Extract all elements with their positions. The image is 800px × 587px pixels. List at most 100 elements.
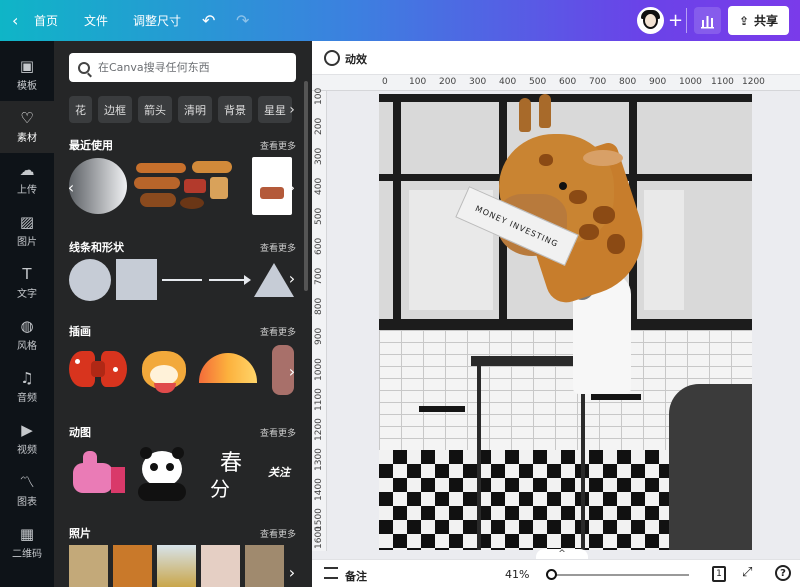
see-more-animations[interactable]: 查看更多 <box>260 426 296 439</box>
rail-item-text[interactable]: T 文字 <box>0 257 54 309</box>
rail-item-uploads[interactable]: ☁ 上传 <box>0 153 54 205</box>
chip-flowers[interactable]: 花 <box>69 96 92 123</box>
rail-item-charts[interactable]: 〽 图表 <box>0 465 54 517</box>
shapes-next-icon[interactable]: › <box>283 263 301 293</box>
shape-line[interactable] <box>162 279 202 281</box>
photo-giraffe-spot <box>539 154 553 166</box>
rail-label: 素材 <box>17 133 37 144</box>
rail-label: 图表 <box>17 497 37 508</box>
photo-giraffe-spot <box>579 224 599 240</box>
zoom-level[interactable]: 41% <box>505 568 529 581</box>
ruler-tick: 600 <box>314 237 324 255</box>
search-input[interactable] <box>98 61 278 74</box>
rail-item-photos[interactable]: ▨ 图片 <box>0 205 54 257</box>
avatar[interactable] <box>637 7 664 34</box>
see-more-recent[interactable]: 查看更多 <box>260 139 296 152</box>
rail-label: 视频 <box>17 445 37 456</box>
ruler-tick: 100 <box>409 77 427 87</box>
photo-stool <box>591 394 641 400</box>
ruler-tick: 400 <box>499 77 517 87</box>
animation-panda[interactable] <box>134 445 190 501</box>
zoom-slider-knob[interactable] <box>546 569 557 580</box>
rail-label: 二维码 <box>12 549 42 560</box>
ruler-tick: 900 <box>314 327 324 345</box>
illustration-fox[interactable] <box>134 343 194 397</box>
help-button[interactable]: ? <box>775 565 791 581</box>
canvas-toolbar: 动效 <box>312 41 800 75</box>
ruler-tick: 500 <box>314 207 324 225</box>
shape-square[interactable] <box>116 259 157 300</box>
ruler-tick: 300 <box>469 77 487 87</box>
rail-item-templates[interactable]: ▣ 模板 <box>0 49 54 101</box>
photo-thumb-4[interactable] <box>201 545 240 587</box>
zoom-slider[interactable] <box>546 569 689 580</box>
see-more-photos[interactable]: 查看更多 <box>260 527 296 540</box>
rail-item-audio[interactable]: ♫ 音频 <box>0 361 54 413</box>
ruler-tick: 1000 <box>314 358 324 381</box>
recent-thumb-bread[interactable] <box>134 159 234 213</box>
redo-icon[interactable]: ↷ <box>236 0 249 41</box>
section-title-lines-shapes: 线条和形状 <box>69 241 124 254</box>
home-link[interactable]: 首页 <box>34 0 58 41</box>
animation-chunfen[interactable]: 春 分 <box>200 443 258 503</box>
bar-chart-icon <box>701 16 714 29</box>
recent-prev-icon[interactable]: ‹ <box>62 172 80 202</box>
resize-button[interactable]: 调整尺寸 <box>133 0 181 41</box>
animation-thumbs-up[interactable] <box>69 447 127 501</box>
rail-item-styles[interactable]: ◍ 风格 <box>0 309 54 361</box>
undo-icon[interactable]: ↶ <box>202 0 215 41</box>
templates-icon: ▣ <box>19 57 35 75</box>
chips-next-icon[interactable]: › <box>283 96 301 123</box>
search-box[interactable] <box>69 53 296 82</box>
add-member-icon[interactable]: + <box>668 0 683 41</box>
animate-button[interactable]: 动效 <box>345 51 367 67</box>
rail-label: 图片 <box>17 237 37 248</box>
topbar-divider <box>686 8 687 33</box>
photo-thumb-2[interactable] <box>113 545 152 587</box>
see-more-illustrations[interactable]: 查看更多 <box>260 325 296 338</box>
photo-stool <box>419 406 465 412</box>
design-page-photo[interactable]: MONEY INVESTING <box>379 94 752 550</box>
illustration-rainbow[interactable] <box>199 353 257 383</box>
share-button[interactable]: ⇪ 共享 <box>728 6 789 35</box>
photo-thumb-1[interactable] <box>69 545 108 587</box>
top-bar: ‹ 首页 文件 调整尺寸 ↶ ↷ + ⇪ 共享 <box>0 0 800 41</box>
ruler-tick: 1200 <box>742 77 765 87</box>
text-icon: T <box>22 265 32 283</box>
rail-item-elements[interactable]: ♡ 素材 <box>0 101 54 153</box>
panel-scrollbar[interactable] <box>304 81 308 291</box>
notes-icon[interactable] <box>324 567 338 579</box>
page-count-button[interactable]: 1 <box>712 566 726 582</box>
image-icon: ▨ <box>19 213 35 231</box>
back-icon[interactable]: ‹ <box>12 0 18 41</box>
chip-arrows[interactable]: 箭头 <box>138 96 172 123</box>
file-menu[interactable]: 文件 <box>84 0 108 41</box>
ruler-tick: 1400 <box>314 478 324 501</box>
recent-next-icon[interactable]: › <box>283 172 301 202</box>
chip-qingming[interactable]: 清明 <box>178 96 212 123</box>
photo-window-pane <box>644 190 684 310</box>
ruler-tick: 1300 <box>314 448 324 471</box>
photo-thumb-3[interactable] <box>157 545 196 587</box>
animation-follow[interactable]: 关注 <box>268 464 290 480</box>
notes-button[interactable]: 备注 <box>345 568 367 584</box>
animate-icon[interactable] <box>324 50 340 66</box>
photo-thumb-5[interactable] <box>245 545 284 587</box>
photos-next-icon[interactable]: › <box>283 557 301 587</box>
rail-label: 音频 <box>17 393 37 404</box>
share-label: 共享 <box>754 14 779 28</box>
rail-item-video[interactable]: ▶ 视频 <box>0 413 54 465</box>
ruler-tick: 800 <box>619 77 637 87</box>
chip-borders[interactable]: 边框 <box>98 96 132 123</box>
shape-circle[interactable] <box>69 259 111 301</box>
illustration-bow[interactable] <box>69 347 129 393</box>
chip-backgrounds[interactable]: 背景 <box>218 96 252 123</box>
shape-arrow-line[interactable] <box>209 279 249 281</box>
illustrations-next-icon[interactable]: › <box>283 356 301 386</box>
see-more-lines-shapes[interactable]: 查看更多 <box>260 241 296 254</box>
ruler-tick: 1000 <box>679 77 702 87</box>
ruler-tick: 0 <box>382 77 388 87</box>
insights-button[interactable] <box>694 7 721 34</box>
rail-item-qrcode[interactable]: ▦ 二维码 <box>0 517 54 569</box>
fullscreen-icon[interactable]: ⤢ <box>742 565 752 580</box>
